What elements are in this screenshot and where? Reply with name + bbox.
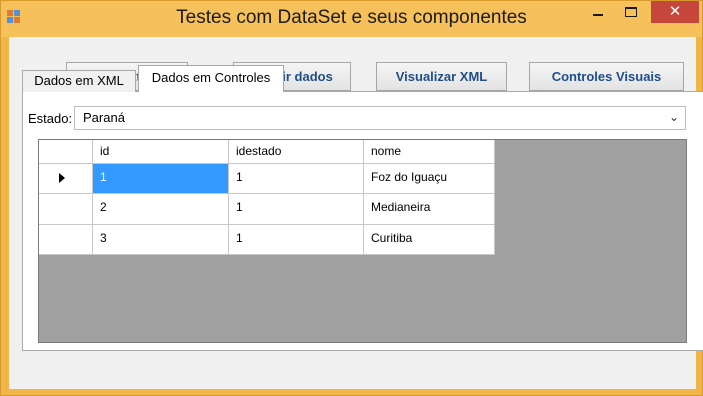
visualizar-xml-button[interactable]: Visualizar XML: [376, 62, 507, 91]
close-icon: ✕: [668, 3, 682, 20]
row-header[interactable]: [39, 164, 93, 194]
chevron-down-icon[interactable]: ⌄: [669, 110, 679, 124]
minimize-icon: [593, 14, 603, 16]
column-header-nome[interactable]: nome: [364, 140, 495, 164]
tab-dados-controles[interactable]: Dados em Controles: [138, 65, 284, 92]
table-cell[interactable]: 1: [229, 164, 364, 194]
row-header[interactable]: [39, 194, 93, 225]
title-bar[interactable]: Testes com DataSet e seus componentes ✕: [1, 1, 702, 37]
column-header-idestado[interactable]: idestado: [229, 140, 364, 164]
data-grid[interactable]: id idestado nome 1 1 Foz do Iguaçu 2 1 M…: [38, 139, 687, 343]
estado-selected-value: Paraná: [83, 110, 125, 125]
current-row-indicator-icon: [59, 173, 65, 183]
maximize-button[interactable]: [615, 1, 647, 25]
row-header[interactable]: [39, 225, 93, 255]
table-cell[interactable]: Curitiba: [364, 225, 495, 255]
table-cell[interactable]: 1: [93, 164, 229, 194]
table-cell[interactable]: Medianeira: [364, 194, 495, 225]
table-cell[interactable]: 1: [229, 194, 364, 225]
app-window: Testes com DataSet e seus componentes ✕ …: [0, 0, 703, 396]
maximize-icon: [625, 7, 637, 17]
minimize-button[interactable]: [583, 1, 613, 25]
estado-combobox[interactable]: Paraná ⌄: [74, 106, 686, 130]
grid-corner-header[interactable]: [39, 140, 93, 164]
table-cell[interactable]: Foz do Iguaçu: [364, 164, 495, 194]
table-cell[interactable]: 3: [93, 225, 229, 255]
close-button[interactable]: ✕: [651, 1, 699, 23]
table-cell[interactable]: 1: [229, 225, 364, 255]
column-header-id[interactable]: id: [93, 140, 229, 164]
estado-label: Estado:: [28, 111, 73, 126]
controles-visuais-button[interactable]: Controles Visuais: [529, 62, 684, 91]
tab-dados-xml[interactable]: Dados em XML: [22, 70, 136, 92]
table-cell[interactable]: 2: [93, 194, 229, 225]
